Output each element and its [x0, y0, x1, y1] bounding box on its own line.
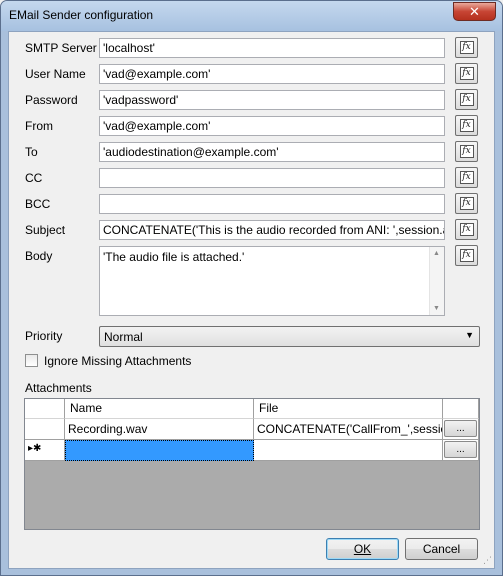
attachment-file-cell[interactable]: CONCATENATE('CallFrom_',session... [254, 419, 443, 440]
bcc-fx-button[interactable]: fx [455, 193, 478, 214]
ok-label: OK [353, 542, 372, 556]
from-fx-button[interactable]: fx [455, 115, 478, 136]
column-header-browse [443, 399, 479, 419]
fx-icon: fx [459, 171, 474, 184]
user-name-field[interactable]: 'vad@example.com' [99, 64, 445, 84]
subject-label: Subject [25, 223, 66, 237]
user-name-label: User Name [25, 67, 86, 81]
smtp-server-field[interactable]: 'localhost' [99, 38, 445, 58]
priority-label: Priority [25, 329, 63, 343]
body-textarea[interactable]: 'The audio file is attached.' ▲ ▼ [99, 246, 445, 316]
bcc-label: BCC [25, 197, 51, 211]
scroll-down-icon[interactable]: ▼ [433, 305, 440, 312]
fx-icon: fx [459, 41, 474, 54]
smtp-server-fx-button[interactable]: fx [455, 37, 478, 58]
subject-field[interactable]: CONCATENATE('This is the audio recorded … [99, 220, 445, 240]
browse-cell: ... [443, 419, 479, 440]
subject-fx-button[interactable]: fx [455, 219, 478, 240]
column-header-name[interactable]: Name [65, 399, 254, 419]
to-field[interactable]: 'audiodestination@example.com' [99, 142, 445, 162]
dialog-window: EMail Sender configuration ✕ SMTP Server… [0, 0, 503, 576]
fx-icon: fx [459, 93, 474, 106]
to-label: To [25, 145, 38, 159]
attachment-name-cell[interactable]: Recording.wav [65, 419, 254, 440]
dialog-client-area: SMTP Server 'localhost' fx User Name 'va… [8, 31, 495, 569]
fx-icon: fx [459, 223, 474, 236]
title-bar[interactable]: EMail Sender configuration ✕ [1, 1, 502, 31]
attachments-grid[interactable]: Name File Recording.wav CONCATENATE('Cal… [24, 398, 480, 530]
row-header[interactable] [25, 419, 65, 440]
close-button[interactable]: ✕ [453, 2, 496, 21]
fx-icon: fx [459, 119, 474, 132]
password-field[interactable]: 'vadpassword' [99, 90, 445, 110]
cancel-label: Cancel [422, 542, 461, 556]
chevron-down-icon: ▼ [465, 330, 474, 340]
new-row-header[interactable]: ▸✱ [25, 440, 65, 461]
password-label: Password [25, 93, 78, 107]
ignore-missing-checkbox[interactable] [25, 354, 38, 367]
cc-field[interactable] [99, 168, 445, 188]
fx-icon: fx [459, 145, 474, 158]
user-name-fx-button[interactable]: fx [455, 63, 478, 84]
ok-button[interactable]: OK [326, 538, 399, 560]
column-header-file[interactable]: File [254, 399, 443, 419]
to-fx-button[interactable]: fx [455, 141, 478, 162]
resize-grip-icon[interactable]: ⋰ [483, 555, 492, 566]
body-text: 'The audio file is attached.' [103, 250, 245, 264]
cc-label: CC [25, 171, 43, 185]
new-browse-cell: ... [443, 440, 479, 461]
scroll-up-icon[interactable]: ▲ [433, 250, 440, 257]
body-fx-button[interactable]: fx [455, 245, 478, 266]
from-label: From [25, 119, 53, 133]
ignore-missing-label[interactable]: Ignore Missing Attachments [44, 354, 191, 368]
cancel-button[interactable]: Cancel [405, 538, 478, 560]
window-title: EMail Sender configuration [9, 8, 154, 22]
bcc-field[interactable] [99, 194, 445, 214]
body-label: Body [25, 249, 53, 263]
fx-icon: fx [459, 197, 474, 210]
new-browse-button[interactable]: ... [444, 441, 477, 458]
new-attachment-name-cell[interactable] [65, 440, 254, 461]
new-attachment-file-cell[interactable] [254, 440, 443, 461]
browse-button[interactable]: ... [444, 420, 477, 437]
priority-select[interactable]: Normal ▼ [99, 326, 480, 347]
row-header-corner [25, 399, 65, 419]
attachments-label: Attachments [25, 381, 92, 395]
from-field[interactable]: 'vad@example.com' [99, 116, 445, 136]
fx-icon: fx [459, 67, 474, 80]
password-fx-button[interactable]: fx [455, 89, 478, 110]
cc-fx-button[interactable]: fx [455, 167, 478, 188]
priority-value: Normal [104, 330, 143, 344]
body-scrollbar[interactable]: ▲ ▼ [429, 247, 444, 315]
close-icon: ✕ [469, 3, 480, 19]
smtp-server-label: SMTP Server [25, 41, 97, 55]
fx-icon: fx [459, 249, 474, 262]
